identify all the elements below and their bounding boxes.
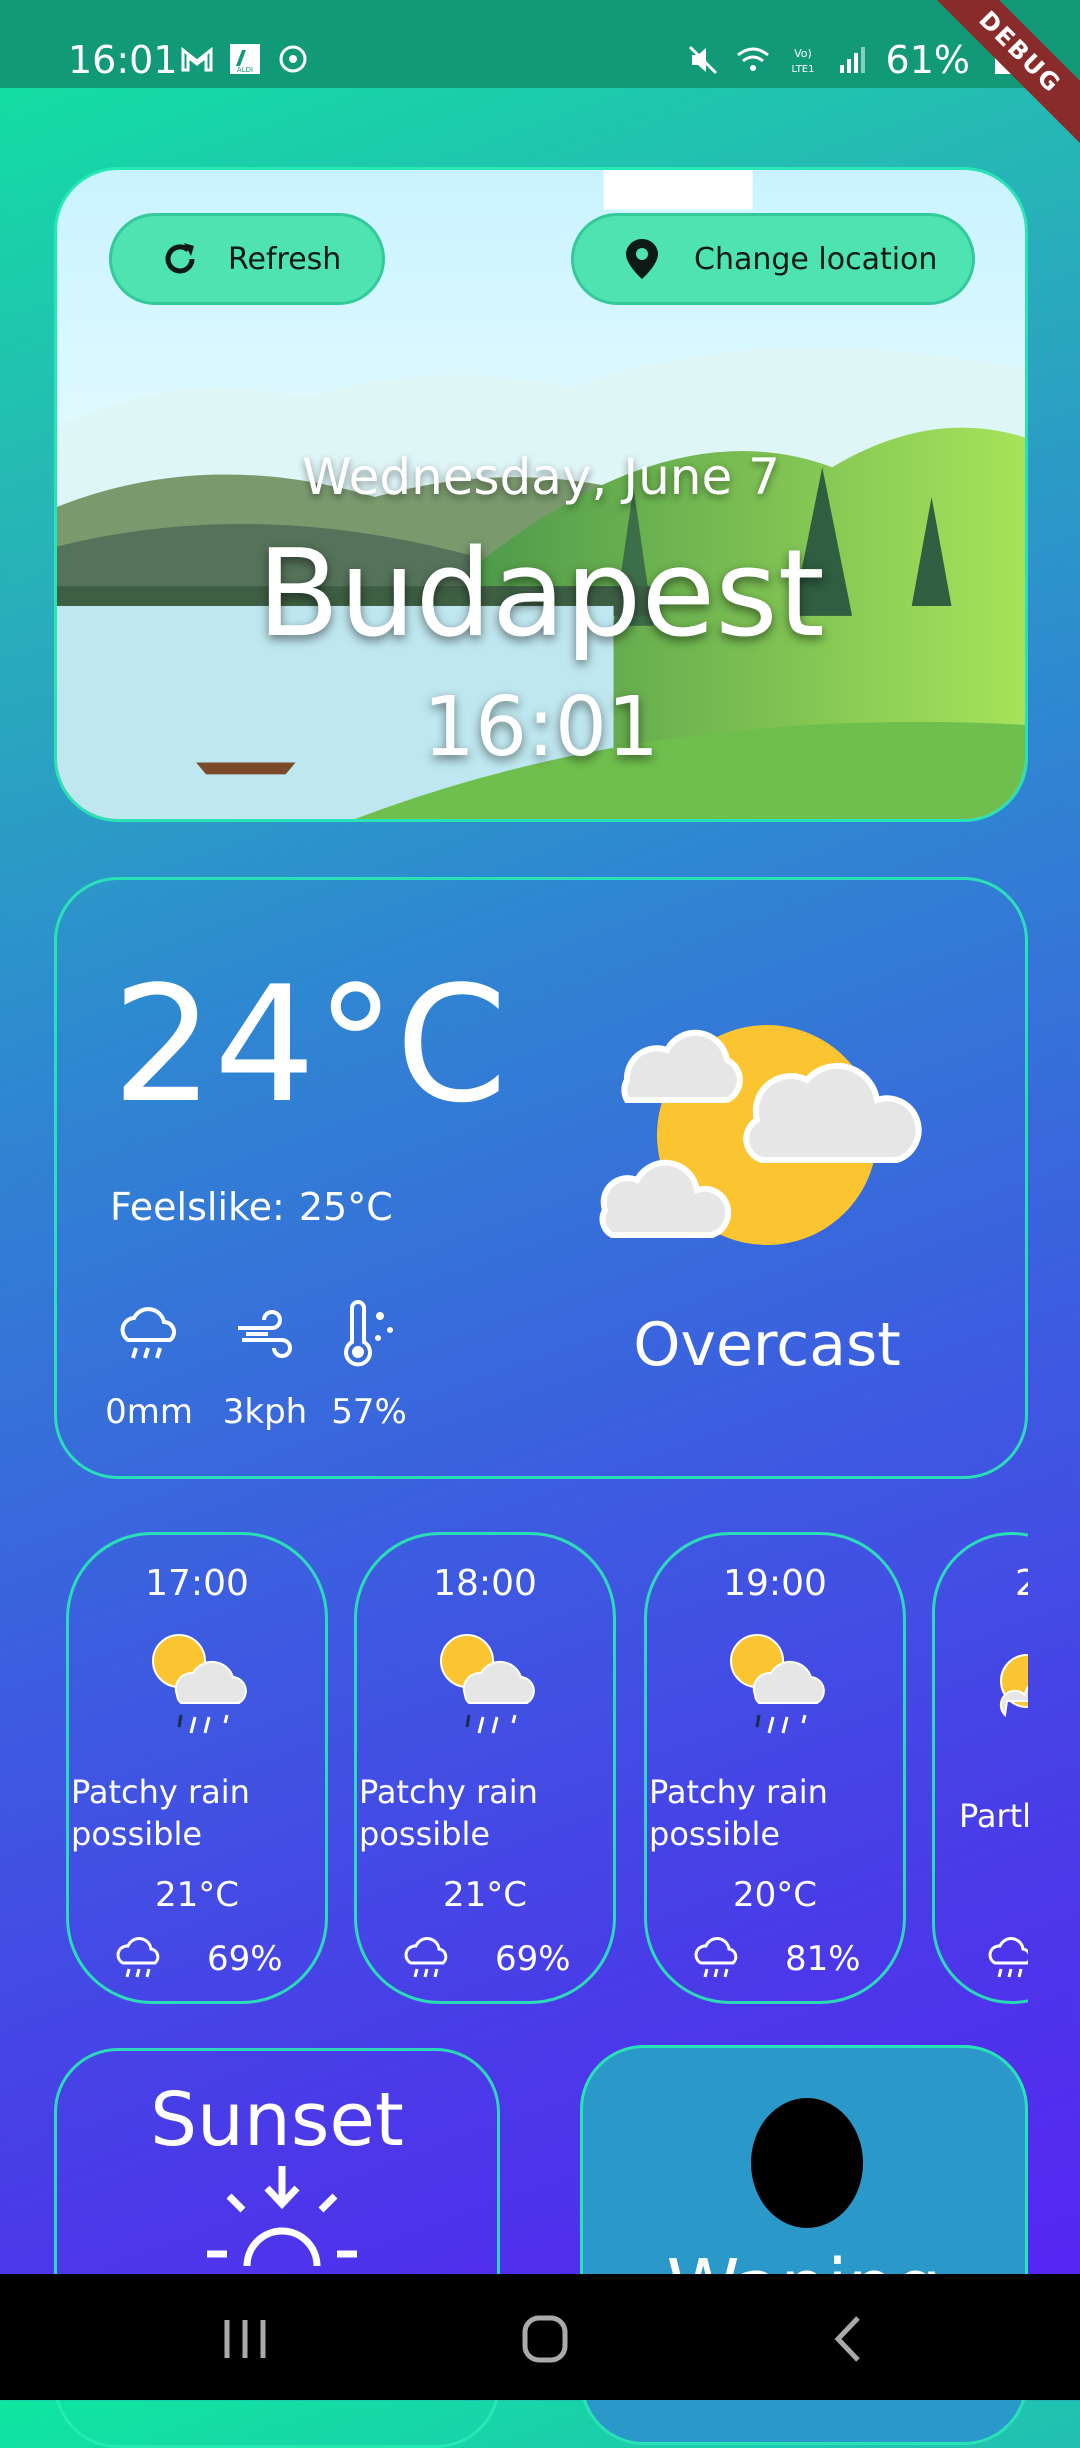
hour-rain-chance: 69% xyxy=(207,1939,283,1979)
svg-text:LTE1: LTE1 xyxy=(791,64,814,75)
refresh-button[interactable]: Refresh xyxy=(109,213,385,305)
refresh-icon xyxy=(165,243,195,274)
current-temperature: 24°C xyxy=(112,951,508,1138)
home-button[interactable] xyxy=(515,2314,575,2364)
hour-condition: Partl xyxy=(959,1797,1028,1835)
hour-card[interactable]: 17:00 Patchy rain possible 21°C 69% xyxy=(66,1532,328,2004)
battery-percent: 61% xyxy=(885,38,970,82)
aldi-icon: ALDI xyxy=(230,44,260,74)
city-name: Budapest xyxy=(257,525,825,664)
signal-icon xyxy=(839,47,865,73)
precipitation-metric: 0mm xyxy=(99,1300,199,1432)
local-time: 16:01 xyxy=(422,680,660,775)
sunset-title: Sunset xyxy=(150,2077,404,2163)
hour-temperature: 20°C xyxy=(732,1875,817,1915)
svg-text:ALDI: ALDI xyxy=(237,66,253,74)
hour-card[interactable]: 18:00 Patchy rain possible 21°C 69% xyxy=(354,1532,616,2004)
location-pin-icon xyxy=(626,239,658,279)
status-time: 16:01 xyxy=(68,38,178,82)
change-location-button[interactable]: Change location xyxy=(571,213,975,305)
current-weather-card: 24°C Feelslike: 25°C 0mm 3kph 57% Overca… xyxy=(54,877,1028,1479)
rain-chance-icon xyxy=(694,1937,738,1978)
wind-value: 3kph xyxy=(222,1392,308,1432)
system-navigation-bar xyxy=(0,2274,1080,2400)
humidity-metric: 57% xyxy=(319,1300,419,1432)
moon-phase-icon xyxy=(751,2098,863,2228)
humidity-value: 57% xyxy=(331,1392,407,1432)
thermometer-humidity-icon xyxy=(344,1300,393,1367)
hour-temperature: 21°C xyxy=(154,1875,239,1915)
rain-chance-icon xyxy=(404,1937,448,1978)
hour-condition: Patchy rain possible xyxy=(359,1773,538,1853)
gmail-icon xyxy=(181,46,213,72)
hour-time: 17:00 xyxy=(145,1563,249,1604)
patchy-rain-icon xyxy=(152,1634,247,1734)
precipitation-value: 0mm xyxy=(105,1392,193,1432)
sync-icon xyxy=(279,45,307,73)
feels-like: Feelslike: 25°C xyxy=(110,1185,407,1229)
hour-condition: Patchy rain possible xyxy=(649,1773,828,1853)
patchy-rain-icon xyxy=(440,1634,535,1734)
rain-cloud-icon xyxy=(120,1307,176,1359)
partly-cloudy-icon xyxy=(999,1654,1028,1718)
wind-icon xyxy=(238,1310,292,1358)
recent-apps-button[interactable] xyxy=(215,2314,275,2364)
hour-time: 18:00 xyxy=(433,1563,537,1604)
feels-like-label: Feelslike: xyxy=(110,1185,285,1229)
wind-metric: 3kph xyxy=(215,1300,315,1432)
change-location-label: Change location xyxy=(694,241,938,277)
hour-rain-chance: 69% xyxy=(495,1939,571,1979)
partly-cloudy-icon xyxy=(599,1025,922,1245)
hour-card[interactable]: 19:00 Patchy rain possible 20°C 81% xyxy=(644,1532,906,2004)
feels-like-value: 25°C xyxy=(298,1185,393,1229)
condition-text: Overcast xyxy=(633,1310,901,1380)
wifi-icon xyxy=(736,47,769,71)
back-button[interactable] xyxy=(820,2314,880,2364)
status-bar: 16:01 ALDI Vo) LTE1 61% DEBUG xyxy=(0,0,1080,160)
refresh-label: Refresh xyxy=(228,241,342,277)
hour-time: 19:00 xyxy=(723,1563,827,1604)
patchy-rain-icon xyxy=(730,1634,825,1734)
hour-rain-chance: 81% xyxy=(785,1939,861,1979)
location-hero-card: Refresh Change location Wednesday, June … xyxy=(54,167,1028,822)
hourly-forecast-scroller[interactable]: 17:00 Patchy rain possible 21°C 69% 18:0… xyxy=(0,1530,1028,2010)
volte-icon: Vo) LTE1 xyxy=(791,47,814,75)
hour-temperature: 21°C xyxy=(442,1875,527,1915)
rain-chance-icon xyxy=(988,1937,1028,1978)
hour-card[interactable]: 2 Partl xyxy=(932,1532,1028,2004)
svg-text:Vo): Vo) xyxy=(794,47,812,60)
hour-time: 2 xyxy=(1015,1563,1028,1604)
current-date: Wednesday, June 7 xyxy=(302,448,780,506)
hour-condition: Patchy rain possible xyxy=(71,1773,250,1853)
rain-chance-icon xyxy=(116,1937,160,1978)
mute-icon xyxy=(688,45,717,75)
